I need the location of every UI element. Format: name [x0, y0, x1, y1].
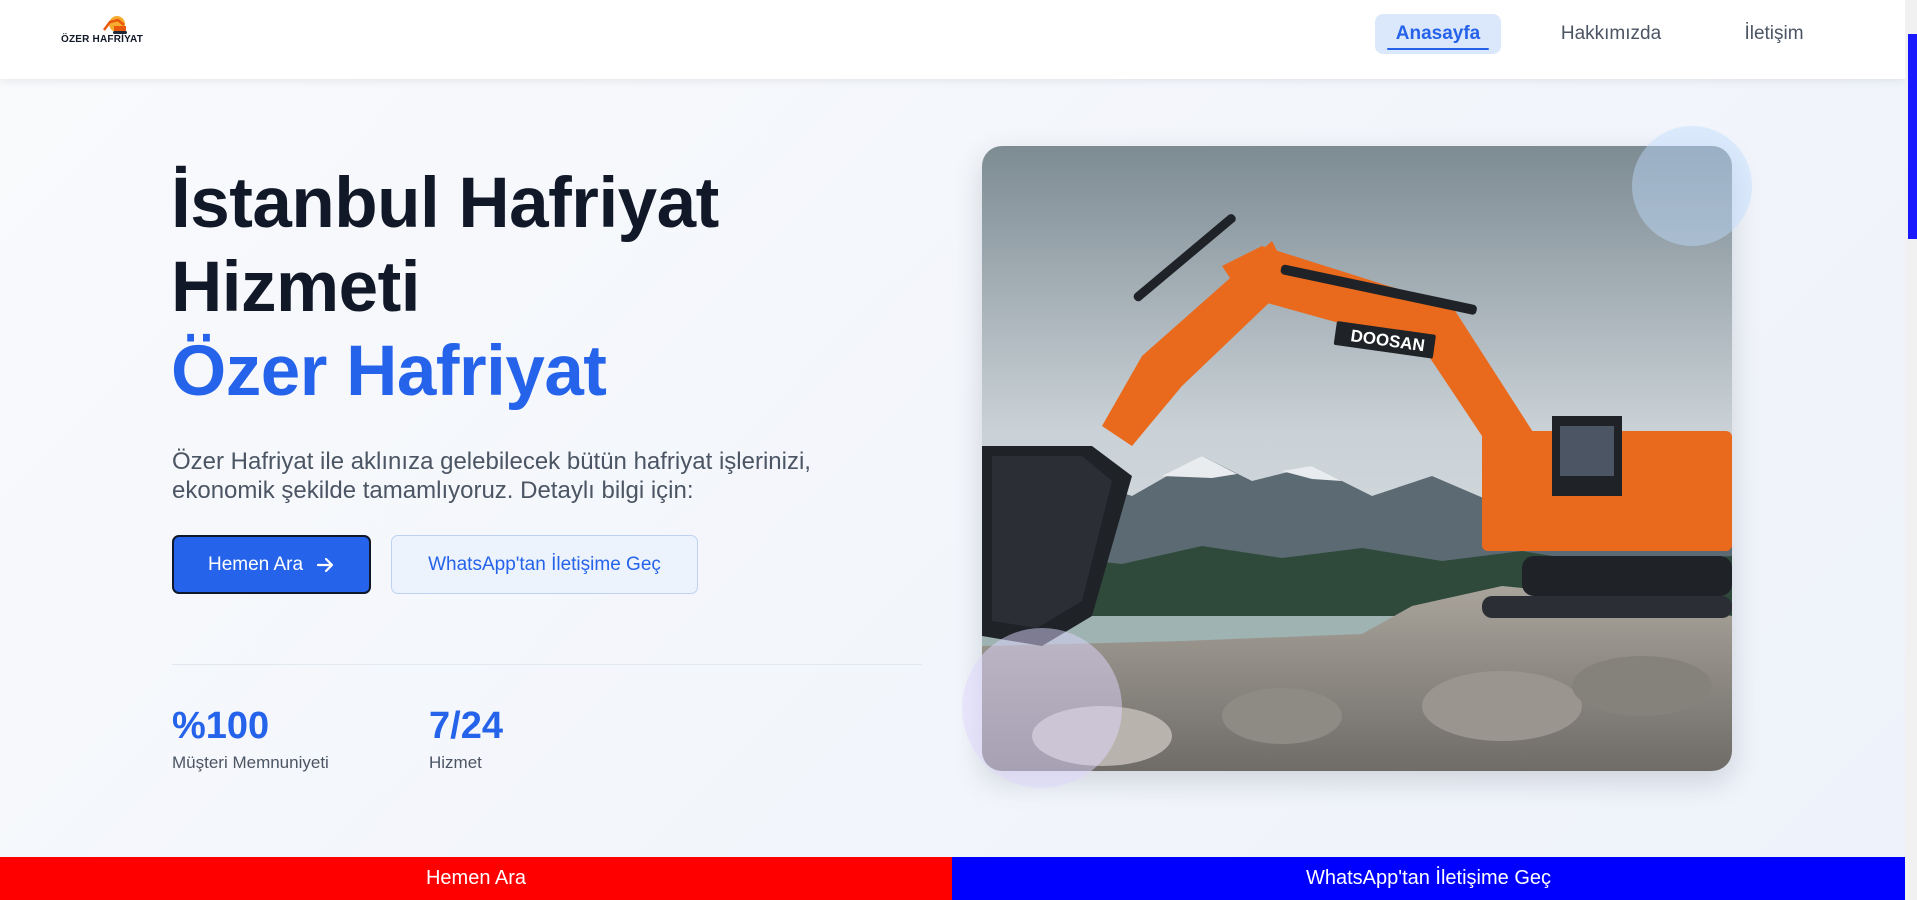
hero-title-line2: Hizmeti [171, 248, 421, 327]
stat-satisfaction: %100 Müşteri Memnuniyeti [172, 703, 329, 773]
site-header: ÖZER HAFRİYAT Anasayfa Hakkımızda İletiş… [0, 0, 1905, 79]
stats-divider [172, 664, 922, 665]
page: ÖZER HAFRİYAT Anasayfa Hakkımızda İletiş… [0, 0, 1905, 900]
hero-description: Özer Hafriyat ile aklınıza gelebilecek b… [172, 448, 811, 504]
hero-title: İstanbul Hafriyat Hizmeti Özer Hafriyat [171, 162, 931, 414]
nav-item-label: İletişim [1744, 23, 1804, 44]
nav-item-hakkimizda[interactable]: Hakkımızda [1548, 14, 1674, 54]
stat-label: Hizmet [429, 753, 482, 772]
arrow-right-icon [316, 557, 334, 572]
nav-item-anasayfa[interactable]: Anasayfa [1375, 14, 1501, 54]
nav-item-iletisim[interactable]: İletişim [1722, 14, 1826, 54]
stat-value: 7/24 [429, 705, 503, 747]
nav-item-label: Anasayfa [1395, 23, 1481, 44]
stat-value: %100 [172, 705, 270, 747]
decor-bubble [1632, 126, 1752, 246]
sticky-whatsapp-button[interactable]: WhatsApp'tan İletişime Geç [952, 857, 1905, 900]
sticky-whatsapp-label: WhatsApp'tan İletişime Geç [1305, 867, 1552, 889]
whatsapp-contact-button[interactable]: WhatsApp'tan İletişime Geç [391, 535, 698, 594]
main-nav: Anasayfa Hakkımızda İletişim [0, 14, 1905, 56]
sticky-call-label: Hemen Ara [425, 867, 527, 889]
hero-title-line1: İstanbul Hafriyat [171, 164, 719, 243]
decor-bubble [962, 628, 1122, 788]
stat-label: Müşteri Memnuniyeti [172, 753, 329, 772]
whatsapp-contact-label: WhatsApp'tan İletişime Geç [428, 553, 661, 575]
hero-title-brand: Özer Hafriyat [171, 332, 607, 411]
page-scrollbar[interactable] [1905, 0, 1917, 900]
scrollbar-thumb[interactable] [1908, 34, 1917, 239]
nav-item-label: Hakkımızda [1560, 23, 1662, 44]
call-now-label: Hemen Ara [207, 553, 304, 575]
sticky-contact-bar: Hemen Ara WhatsApp'tan İletişime Geç [0, 857, 1905, 900]
active-underline [1387, 48, 1489, 50]
stat-service-hours: 7/24 Hizmet [429, 703, 503, 773]
sticky-call-button[interactable]: Hemen Ara [0, 857, 952, 900]
call-now-button[interactable]: Hemen Ara [172, 535, 371, 594]
